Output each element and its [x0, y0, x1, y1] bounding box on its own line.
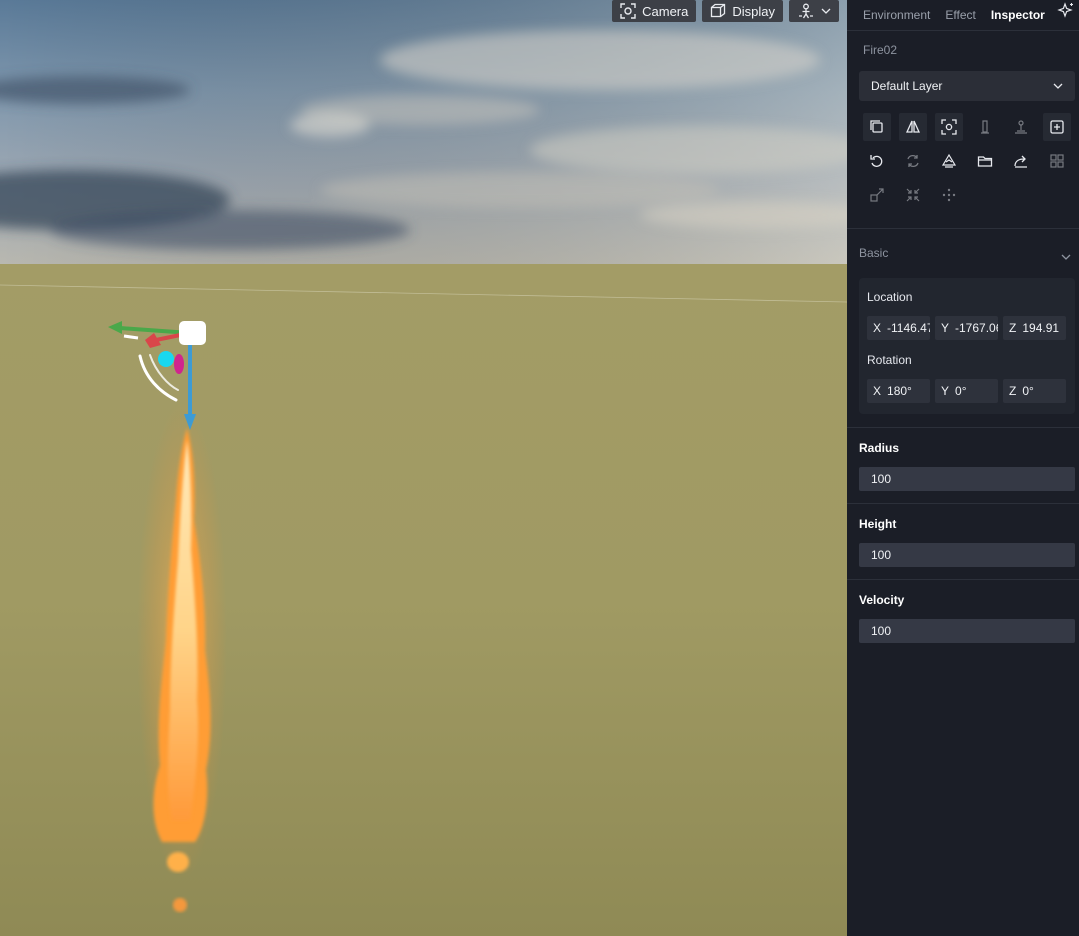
- divider: [847, 427, 1079, 428]
- divider: [847, 579, 1079, 580]
- sparkle-icon[interactable]: [1057, 2, 1075, 23]
- radius-input[interactable]: 100: [859, 467, 1075, 491]
- axis-z-label: Z: [1009, 384, 1017, 398]
- height-input[interactable]: 100: [859, 543, 1075, 567]
- particles-icon[interactable]: [935, 181, 963, 209]
- location-x-field[interactable]: X -1146.47: [867, 316, 930, 340]
- undo-icon[interactable]: [863, 147, 891, 175]
- axis-y-label: Y: [941, 384, 950, 398]
- display-label: Display: [732, 3, 775, 19]
- object-name: Fire02: [863, 43, 898, 57]
- copy-icon[interactable]: [863, 113, 891, 141]
- basic-section: Location X -1146.47 Y -1767.06 Z 194.91 …: [859, 278, 1075, 414]
- tool-grid: [863, 113, 1075, 209]
- focus-icon[interactable]: [935, 113, 963, 141]
- add-icon[interactable]: [1043, 113, 1071, 141]
- velocity-label: Velocity: [859, 593, 905, 607]
- tab-effect[interactable]: Effect: [945, 8, 975, 22]
- mirror-icon[interactable]: [899, 113, 927, 141]
- camera-icon: [620, 3, 636, 19]
- location-y-value: -1767.06: [955, 321, 998, 335]
- radius-label: Radius: [859, 441, 900, 455]
- chevron-down-icon: [1053, 79, 1063, 93]
- inspector-panel: Environment Effect Inspector Fire02 Defa…: [847, 0, 1079, 936]
- layer-select-value: Default Layer: [871, 79, 943, 93]
- landscape-icon[interactable]: [935, 147, 963, 175]
- velocity-input[interactable]: 100: [859, 619, 1075, 643]
- viewport-toolbar: Camera Display: [612, 0, 839, 22]
- axis-x-label: X: [873, 321, 882, 335]
- rotation-x-value: 180°: [887, 384, 912, 398]
- rotation-y-field[interactable]: Y 0°: [935, 379, 998, 403]
- chevron-down-icon: [821, 7, 831, 15]
- location-y-field[interactable]: Y -1767.06: [935, 316, 998, 340]
- camera-label: Camera: [642, 3, 689, 19]
- divider: [847, 228, 1079, 229]
- character-mode-dropdown[interactable]: [789, 0, 839, 22]
- location-label: Location: [867, 290, 913, 304]
- rotation-y-value: 0°: [955, 384, 967, 398]
- share-icon[interactable]: [1007, 147, 1035, 175]
- panel-tabs: Environment Effect Inspector: [847, 0, 1079, 31]
- axis-x-label: X: [873, 384, 882, 398]
- layer-select[interactable]: Default Layer: [859, 71, 1075, 101]
- divider: [847, 503, 1079, 504]
- location-x-value: -1146.47: [887, 321, 930, 335]
- basic-section-title[interactable]: Basic: [859, 246, 888, 260]
- axis-z-label: Z: [1009, 321, 1017, 335]
- height-label: Height: [859, 517, 897, 531]
- location-z-value: 194.91: [1022, 321, 1060, 335]
- shrink-icon[interactable]: [899, 181, 927, 209]
- camera-button[interactable]: Camera: [612, 0, 697, 22]
- character-icon: [797, 3, 815, 19]
- scene-render: [0, 0, 847, 936]
- scale-icon[interactable]: [863, 181, 891, 209]
- display-button[interactable]: Display: [702, 0, 783, 22]
- 3d-viewport[interactable]: Camera Display: [0, 0, 847, 936]
- cube-icon: [710, 3, 726, 19]
- pillar-icon[interactable]: [971, 113, 999, 141]
- ground-icon[interactable]: [1007, 113, 1035, 141]
- location-z-field[interactable]: Z 194.91: [1003, 316, 1066, 340]
- tab-environment[interactable]: Environment: [863, 8, 930, 22]
- rotation-z-value: 0°: [1022, 384, 1034, 398]
- redo-icon[interactable]: [899, 147, 927, 175]
- rotation-label: Rotation: [867, 353, 912, 367]
- axis-y-label: Y: [941, 321, 950, 335]
- folder-icon[interactable]: [971, 147, 999, 175]
- chevron-down-icon[interactable]: [1061, 248, 1071, 266]
- rotation-x-field[interactable]: X 180°: [867, 379, 930, 403]
- tab-inspector[interactable]: Inspector: [991, 8, 1045, 22]
- grid-icon[interactable]: [1043, 147, 1071, 175]
- rotation-z-field[interactable]: Z 0°: [1003, 379, 1066, 403]
